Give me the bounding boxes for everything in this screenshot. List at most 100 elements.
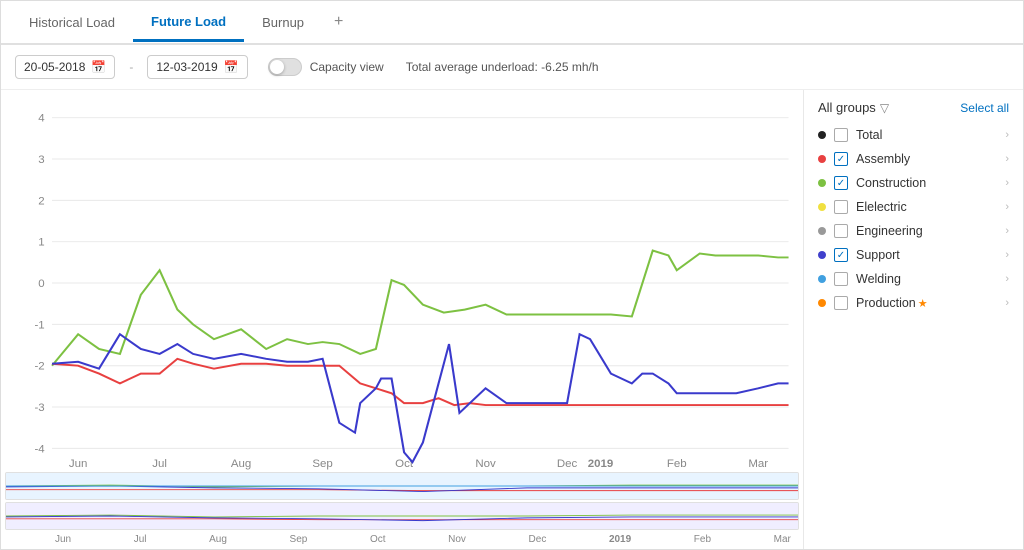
mini-label-2019: 2019 bbox=[609, 534, 631, 545]
svg-text:Aug: Aug bbox=[231, 458, 251, 470]
svg-text:Feb: Feb bbox=[667, 458, 687, 470]
group-checkbox-engineering[interactable] bbox=[834, 224, 848, 238]
tab-historical[interactable]: Historical Load bbox=[11, 5, 133, 40]
group-name-engineering: Engineering bbox=[856, 224, 997, 238]
svg-text:Mar: Mar bbox=[748, 458, 768, 470]
group-chevron-construction[interactable]: › bbox=[1005, 177, 1009, 189]
sidebar-header: All groups ▽ Select all bbox=[804, 100, 1023, 123]
group-checkbox-support[interactable]: ✓ bbox=[834, 248, 848, 262]
group-name-construction: Construction bbox=[856, 176, 997, 190]
tab-burnup[interactable]: Burnup bbox=[244, 5, 322, 40]
main-chart-svg: 4 3 2 1 0 -1 -2 -3 -4 Jun Jul Aug Sep Oc… bbox=[5, 98, 799, 472]
sidebar-item-construction[interactable]: ✓ Construction › bbox=[804, 171, 1023, 195]
svg-text:4: 4 bbox=[38, 113, 44, 125]
sidebar-item-welding[interactable]: Welding › bbox=[804, 267, 1023, 291]
group-dot-welding bbox=[818, 275, 826, 283]
avg-underload-text: Total average underload: -6.25 mh/h bbox=[406, 60, 599, 74]
sidebar: All groups ▽ Select all Total › ✓ Assembly ›… bbox=[803, 90, 1023, 549]
svg-text:-4: -4 bbox=[34, 444, 44, 456]
mini-label-aug: Aug bbox=[209, 534, 227, 545]
mini-label-sep: Sep bbox=[290, 534, 308, 545]
group-name-assembly: Assembly bbox=[856, 152, 997, 166]
group-checkbox-electric[interactable] bbox=[834, 200, 848, 214]
date-end-input[interactable]: 12-03-2019 📅 bbox=[147, 55, 247, 79]
group-chevron-total[interactable]: › bbox=[1005, 129, 1009, 141]
main-content: 4 3 2 1 0 -1 -2 -3 -4 Jun Jul Aug Sep Oc… bbox=[1, 90, 1023, 549]
date-start-input[interactable]: 20-05-2018 📅 bbox=[15, 55, 115, 79]
mini-label-feb: Feb bbox=[694, 534, 711, 545]
group-dot-assembly bbox=[818, 155, 826, 163]
svg-text:Sep: Sep bbox=[312, 458, 332, 470]
group-dot-total bbox=[818, 131, 826, 139]
filter-icon[interactable]: ▽ bbox=[880, 101, 889, 115]
group-name-support: Support bbox=[856, 248, 997, 262]
group-dot-production bbox=[818, 299, 826, 307]
group-list: Total›✓Assembly›✓Construction›Elelectric… bbox=[804, 123, 1023, 315]
svg-text:3: 3 bbox=[38, 154, 44, 166]
svg-text:2019: 2019 bbox=[588, 458, 614, 470]
svg-text:-3: -3 bbox=[34, 402, 44, 414]
svg-text:2: 2 bbox=[38, 196, 44, 208]
tab-add-button[interactable]: + bbox=[322, 5, 355, 39]
toggle-thumb bbox=[270, 60, 284, 74]
calendar-start-icon[interactable]: 📅 bbox=[91, 60, 106, 74]
calendar-end-icon[interactable]: 📅 bbox=[224, 60, 239, 74]
tabs-bar: Historical Load Future Load Burnup + bbox=[1, 1, 1023, 45]
mini-chart-bottom bbox=[5, 502, 799, 530]
sidebar-item-engineering[interactable]: Engineering › bbox=[804, 219, 1023, 243]
group-name-welding: Welding bbox=[856, 272, 997, 286]
tab-future-load[interactable]: Future Load bbox=[133, 4, 244, 42]
sidebar-item-electric[interactable]: Elelectric › bbox=[804, 195, 1023, 219]
chart-area: 4 3 2 1 0 -1 -2 -3 -4 Jun Jul Aug Sep Oc… bbox=[1, 90, 803, 549]
group-dot-support bbox=[818, 251, 826, 259]
group-chevron-support[interactable]: › bbox=[1005, 249, 1009, 261]
mini-label-dec: Dec bbox=[529, 534, 547, 545]
group-dot-electric bbox=[818, 203, 826, 211]
svg-text:Jun: Jun bbox=[69, 458, 88, 470]
svg-text:-1: -1 bbox=[34, 320, 44, 332]
group-name-production: Production★ bbox=[856, 296, 997, 310]
svg-text:-2: -2 bbox=[34, 361, 44, 373]
main-chart-wrapper[interactable]: 4 3 2 1 0 -1 -2 -3 -4 Jun Jul Aug Sep Oc… bbox=[5, 98, 799, 472]
group-chevron-electric[interactable]: › bbox=[1005, 201, 1009, 213]
toolbar: 20-05-2018 📅 - 12-03-2019 📅 Capacity vie… bbox=[1, 45, 1023, 90]
all-groups-label: All groups ▽ bbox=[818, 100, 889, 115]
group-checkbox-welding[interactable] bbox=[834, 272, 848, 286]
date-separator: - bbox=[129, 60, 133, 74]
group-chevron-production[interactable]: › bbox=[1005, 297, 1009, 309]
capacity-label: Capacity view bbox=[310, 60, 384, 74]
mini-label-jun: Jun bbox=[55, 534, 71, 545]
capacity-toggle-group: Capacity view bbox=[268, 58, 384, 76]
group-name-electric: Elelectric bbox=[856, 200, 997, 214]
svg-text:1: 1 bbox=[38, 237, 44, 249]
svg-text:Dec: Dec bbox=[557, 458, 578, 470]
group-chevron-engineering[interactable]: › bbox=[1005, 225, 1009, 237]
capacity-toggle[interactable] bbox=[268, 58, 302, 76]
mini-chart-top bbox=[5, 472, 799, 500]
sidebar-item-production[interactable]: Production★ › bbox=[804, 291, 1023, 315]
date-start-value: 20-05-2018 bbox=[24, 60, 85, 74]
mini-charts bbox=[5, 472, 799, 532]
group-checkbox-construction[interactable]: ✓ bbox=[834, 176, 848, 190]
group-checkbox-production[interactable] bbox=[834, 296, 848, 310]
mini-label-oct: Oct bbox=[370, 534, 386, 545]
mini-label-mar: Mar bbox=[774, 534, 791, 545]
sidebar-item-assembly[interactable]: ✓ Assembly › bbox=[804, 147, 1023, 171]
app-container: Historical Load Future Load Burnup + 20-… bbox=[0, 0, 1024, 550]
group-star-production: ★ bbox=[918, 298, 928, 310]
mini-label-nov: Nov bbox=[448, 534, 466, 545]
sidebar-item-total[interactable]: Total › bbox=[804, 123, 1023, 147]
mini-label-jul: Jul bbox=[134, 534, 147, 545]
select-all-button[interactable]: Select all bbox=[960, 101, 1009, 115]
group-checkbox-assembly[interactable]: ✓ bbox=[834, 152, 848, 166]
sidebar-item-support[interactable]: ✓ Support › bbox=[804, 243, 1023, 267]
svg-text:0: 0 bbox=[38, 278, 44, 290]
group-chevron-welding[interactable]: › bbox=[1005, 273, 1009, 285]
svg-text:Nov: Nov bbox=[475, 458, 496, 470]
group-dot-engineering bbox=[818, 227, 826, 235]
group-chevron-assembly[interactable]: › bbox=[1005, 153, 1009, 165]
mini-x-labels: Jun Jul Aug Sep Oct Nov Dec 2019 Feb Mar bbox=[5, 532, 799, 545]
group-name-total: Total bbox=[856, 128, 997, 142]
group-checkbox-total[interactable] bbox=[834, 128, 848, 142]
svg-text:Jul: Jul bbox=[152, 458, 167, 470]
